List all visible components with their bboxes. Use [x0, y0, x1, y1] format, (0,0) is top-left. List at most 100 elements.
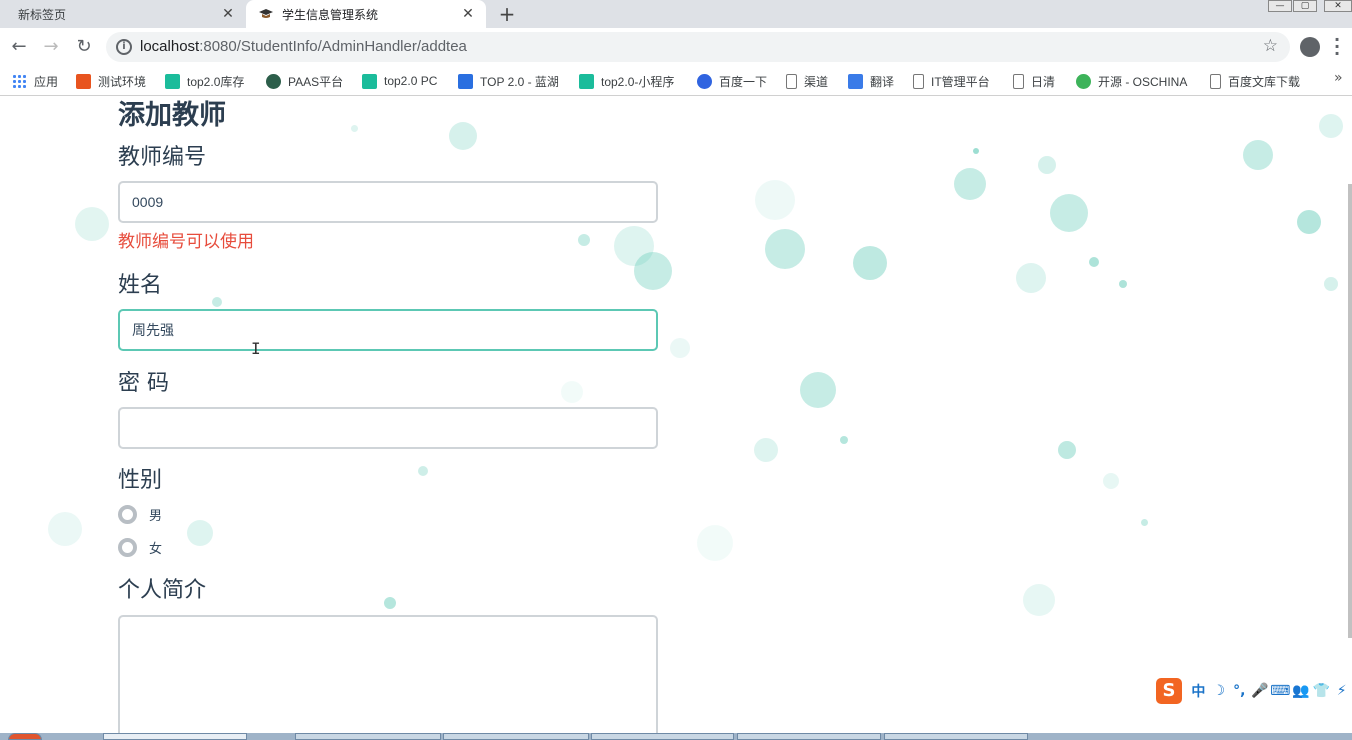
bookmark-item[interactable]: 日清 [1013, 72, 1055, 90]
bookmark-item[interactable]: 百度一下 [697, 72, 767, 90]
bookmark-label: top2.0 PC [384, 74, 438, 88]
tab-new-tab[interactable]: 新标签页 ✕ [0, 0, 246, 28]
bookmark-label: 翻译 [870, 74, 895, 89]
bookmark-item[interactable]: 渠道 [786, 72, 828, 90]
bookmarks-overflow-icon[interactable]: » [1334, 70, 1343, 86]
taskbar-window-button[interactable] [884, 733, 1028, 740]
url-host: localhost [140, 38, 200, 55]
play-icon [165, 73, 180, 89]
gender-radio-female[interactable]: 女 [118, 538, 162, 557]
radio-label: 男 [149, 509, 163, 524]
tools-icon[interactable]: ⚡ [1331, 683, 1351, 699]
bookmark-item[interactable]: top2.0-小程序 [579, 72, 674, 90]
keyboard-icon[interactable]: ⌨ [1270, 683, 1290, 699]
bookmark-item[interactable]: TOP 2.0 - 蓝湖 [458, 72, 559, 90]
page-icon [1013, 73, 1024, 89]
page-icon [1210, 73, 1221, 89]
bookmark-item[interactable]: 应用 [12, 72, 58, 90]
teacher-id-available-message: 教师编号可以使用 [118, 232, 254, 252]
close-icon[interactable]: ✕ [460, 6, 476, 22]
taskbar-window-button[interactable] [737, 733, 881, 740]
info-icon[interactable]: i [116, 39, 132, 55]
profile-avatar-icon[interactable] [1300, 37, 1320, 57]
sogou-logo-icon[interactable]: S [1156, 678, 1183, 704]
bookmark-label: 日清 [1031, 74, 1056, 89]
taskbar-window-button[interactable] [103, 733, 247, 740]
reload-icon[interactable]: ↻ [73, 36, 95, 58]
tab-title: 新标签页 [18, 7, 67, 22]
address-bar[interactable]: i localhost:8080/StudentInfo/AdminHandle… [106, 32, 1290, 62]
microphone-icon[interactable]: 🎤 [1250, 683, 1270, 699]
name-input[interactable] [118, 309, 658, 351]
page-icon [786, 73, 797, 89]
bookmark-label: top2.0-小程序 [601, 74, 675, 89]
bookmark-label: TOP 2.0 - 蓝湖 [480, 74, 559, 89]
bookmark-item[interactable]: IT管理平台 [913, 72, 990, 90]
paas-icon [266, 73, 281, 89]
radio-circle-icon[interactable] [118, 505, 137, 524]
bookmark-label: 测试环境 [98, 74, 147, 89]
bio-label: 个人简介 [118, 578, 207, 603]
moon-icon[interactable]: ☽ [1209, 683, 1229, 699]
bookmark-item[interactable]: 开源 - OSCHINA [1076, 72, 1187, 90]
start-button-icon[interactable] [8, 733, 42, 740]
page-scrollbar[interactable] [1348, 184, 1352, 638]
text-cursor-icon: I [251, 339, 261, 358]
bookmark-item[interactable]: 翻译 [848, 72, 894, 90]
password-label: 密 码 [118, 371, 169, 396]
back-arrow-icon[interactable]: ← [8, 36, 30, 58]
kebab-menu-icon[interactable]: · · · [1334, 32, 1340, 62]
ime-chinese-mode[interactable]: 中 [1188, 681, 1208, 701]
ime-toolbar: S 中 ☽ °, 🎤 ⌨ 👥 👕 ⚡ [1156, 677, 1352, 705]
bookmark-label: top2.0库存 [187, 74, 245, 89]
oschina-icon [1076, 73, 1091, 89]
bookmark-label: 百度一下 [719, 74, 768, 89]
gender-radio-male[interactable]: 男 [118, 505, 162, 524]
translate-icon [848, 73, 863, 89]
url-path: :8080/StudentInfo/AdminHandler/addtea [199, 38, 467, 55]
play-icon [362, 73, 377, 89]
close-icon[interactable]: ✕ [220, 6, 236, 22]
maximize-icon[interactable]: ▢ [1293, 0, 1317, 12]
bio-textarea[interactable] [118, 615, 658, 740]
name-label: 姓名 [118, 273, 163, 298]
bookmark-label: 开源 - OSCHINA [1098, 74, 1188, 89]
teacher-id-input[interactable] [118, 181, 658, 223]
page-icon [913, 73, 924, 89]
radio-circle-icon[interactable] [118, 538, 137, 557]
bookmark-item[interactable]: PAAS平台 [266, 72, 343, 90]
taskbar-window-button[interactable] [443, 733, 589, 740]
baidu-paw-icon [697, 73, 712, 89]
page-content: 添加教师 教师编号 教师编号可以使用 姓名 I 密 码 性别 男 女 个人简介 [0, 97, 1352, 740]
u-icon [76, 73, 91, 89]
bookmark-label: 百度文库下载 [1228, 74, 1301, 89]
new-tab-button[interactable]: + [496, 2, 518, 26]
bookmark-item[interactable]: top2.0库存 [165, 72, 244, 90]
taskbar-window-button[interactable] [591, 733, 734, 740]
star-icon[interactable]: ☆ [1263, 36, 1278, 56]
bookmark-item[interactable]: 测试环境 [76, 72, 146, 90]
window-close-icon[interactable]: ✕ [1324, 0, 1352, 12]
bookmark-label: PAAS平台 [288, 74, 344, 89]
users-icon[interactable]: 👥 [1291, 683, 1311, 699]
bookmark-item[interactable]: top2.0 PC [362, 72, 437, 90]
forward-arrow-icon[interactable]: → [40, 36, 62, 58]
url-text[interactable]: localhost:8080/StudentInfo/AdminHandler/… [140, 38, 467, 55]
bookmark-label: IT管理平台 [931, 74, 990, 89]
radio-label: 女 [149, 542, 163, 557]
taskbar-window-button[interactable] [295, 733, 441, 740]
play-icon [579, 73, 594, 89]
password-input[interactable] [118, 407, 658, 449]
browser-toolbar: ← → ↻ i localhost:8080/StudentInfo/Admin… [0, 28, 1352, 66]
tab-student-info[interactable]: 学生信息管理系统 ✕ [246, 0, 486, 28]
apps-grid-icon [12, 73, 27, 89]
lanhu-icon [458, 73, 473, 89]
shirt-icon[interactable]: 👕 [1311, 683, 1331, 699]
minimize-icon[interactable]: — [1268, 0, 1292, 12]
bookmark-item[interactable]: 百度文库下载 [1210, 72, 1300, 90]
bookmark-label: 应用 [34, 74, 59, 89]
punctuation-icon[interactable]: °, [1229, 683, 1249, 699]
tab-strip: 新标签页 ✕ 学生信息管理系统 ✕ + — ▢ ✕ [0, 0, 1352, 28]
page-title: 添加教师 [118, 100, 226, 131]
teacher-id-label: 教师编号 [118, 145, 207, 170]
